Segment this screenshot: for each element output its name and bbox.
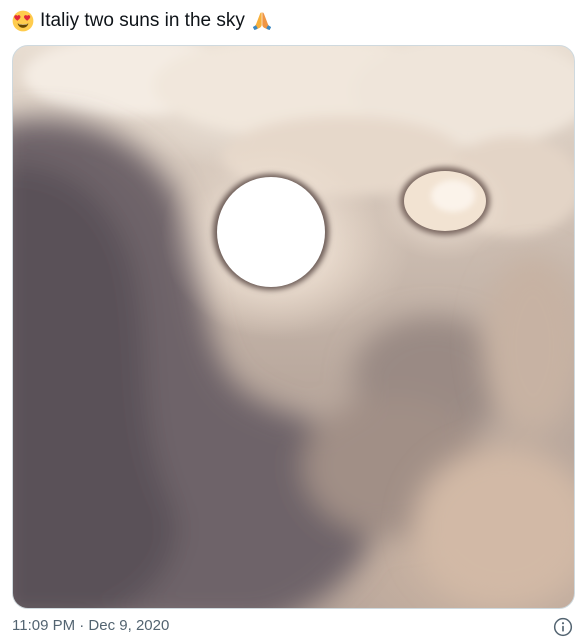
sky-photo-illustration <box>13 46 574 608</box>
tweet-photo[interactable] <box>12 45 575 609</box>
tweet-text-row: Italiy two suns in the sky <box>12 6 273 36</box>
heart-eyes-emoji-icon <box>12 10 34 32</box>
tweet-text: Italiy two suns in the sky <box>40 10 245 31</box>
primary-sun <box>213 174 329 290</box>
tweet-timestamp[interactable]: 11:09 PM · Dec 9, 2020 <box>12 617 169 634</box>
folded-hands-emoji-icon <box>252 12 271 31</box>
secondary-sun <box>400 167 490 235</box>
info-icon[interactable] <box>553 617 573 637</box>
